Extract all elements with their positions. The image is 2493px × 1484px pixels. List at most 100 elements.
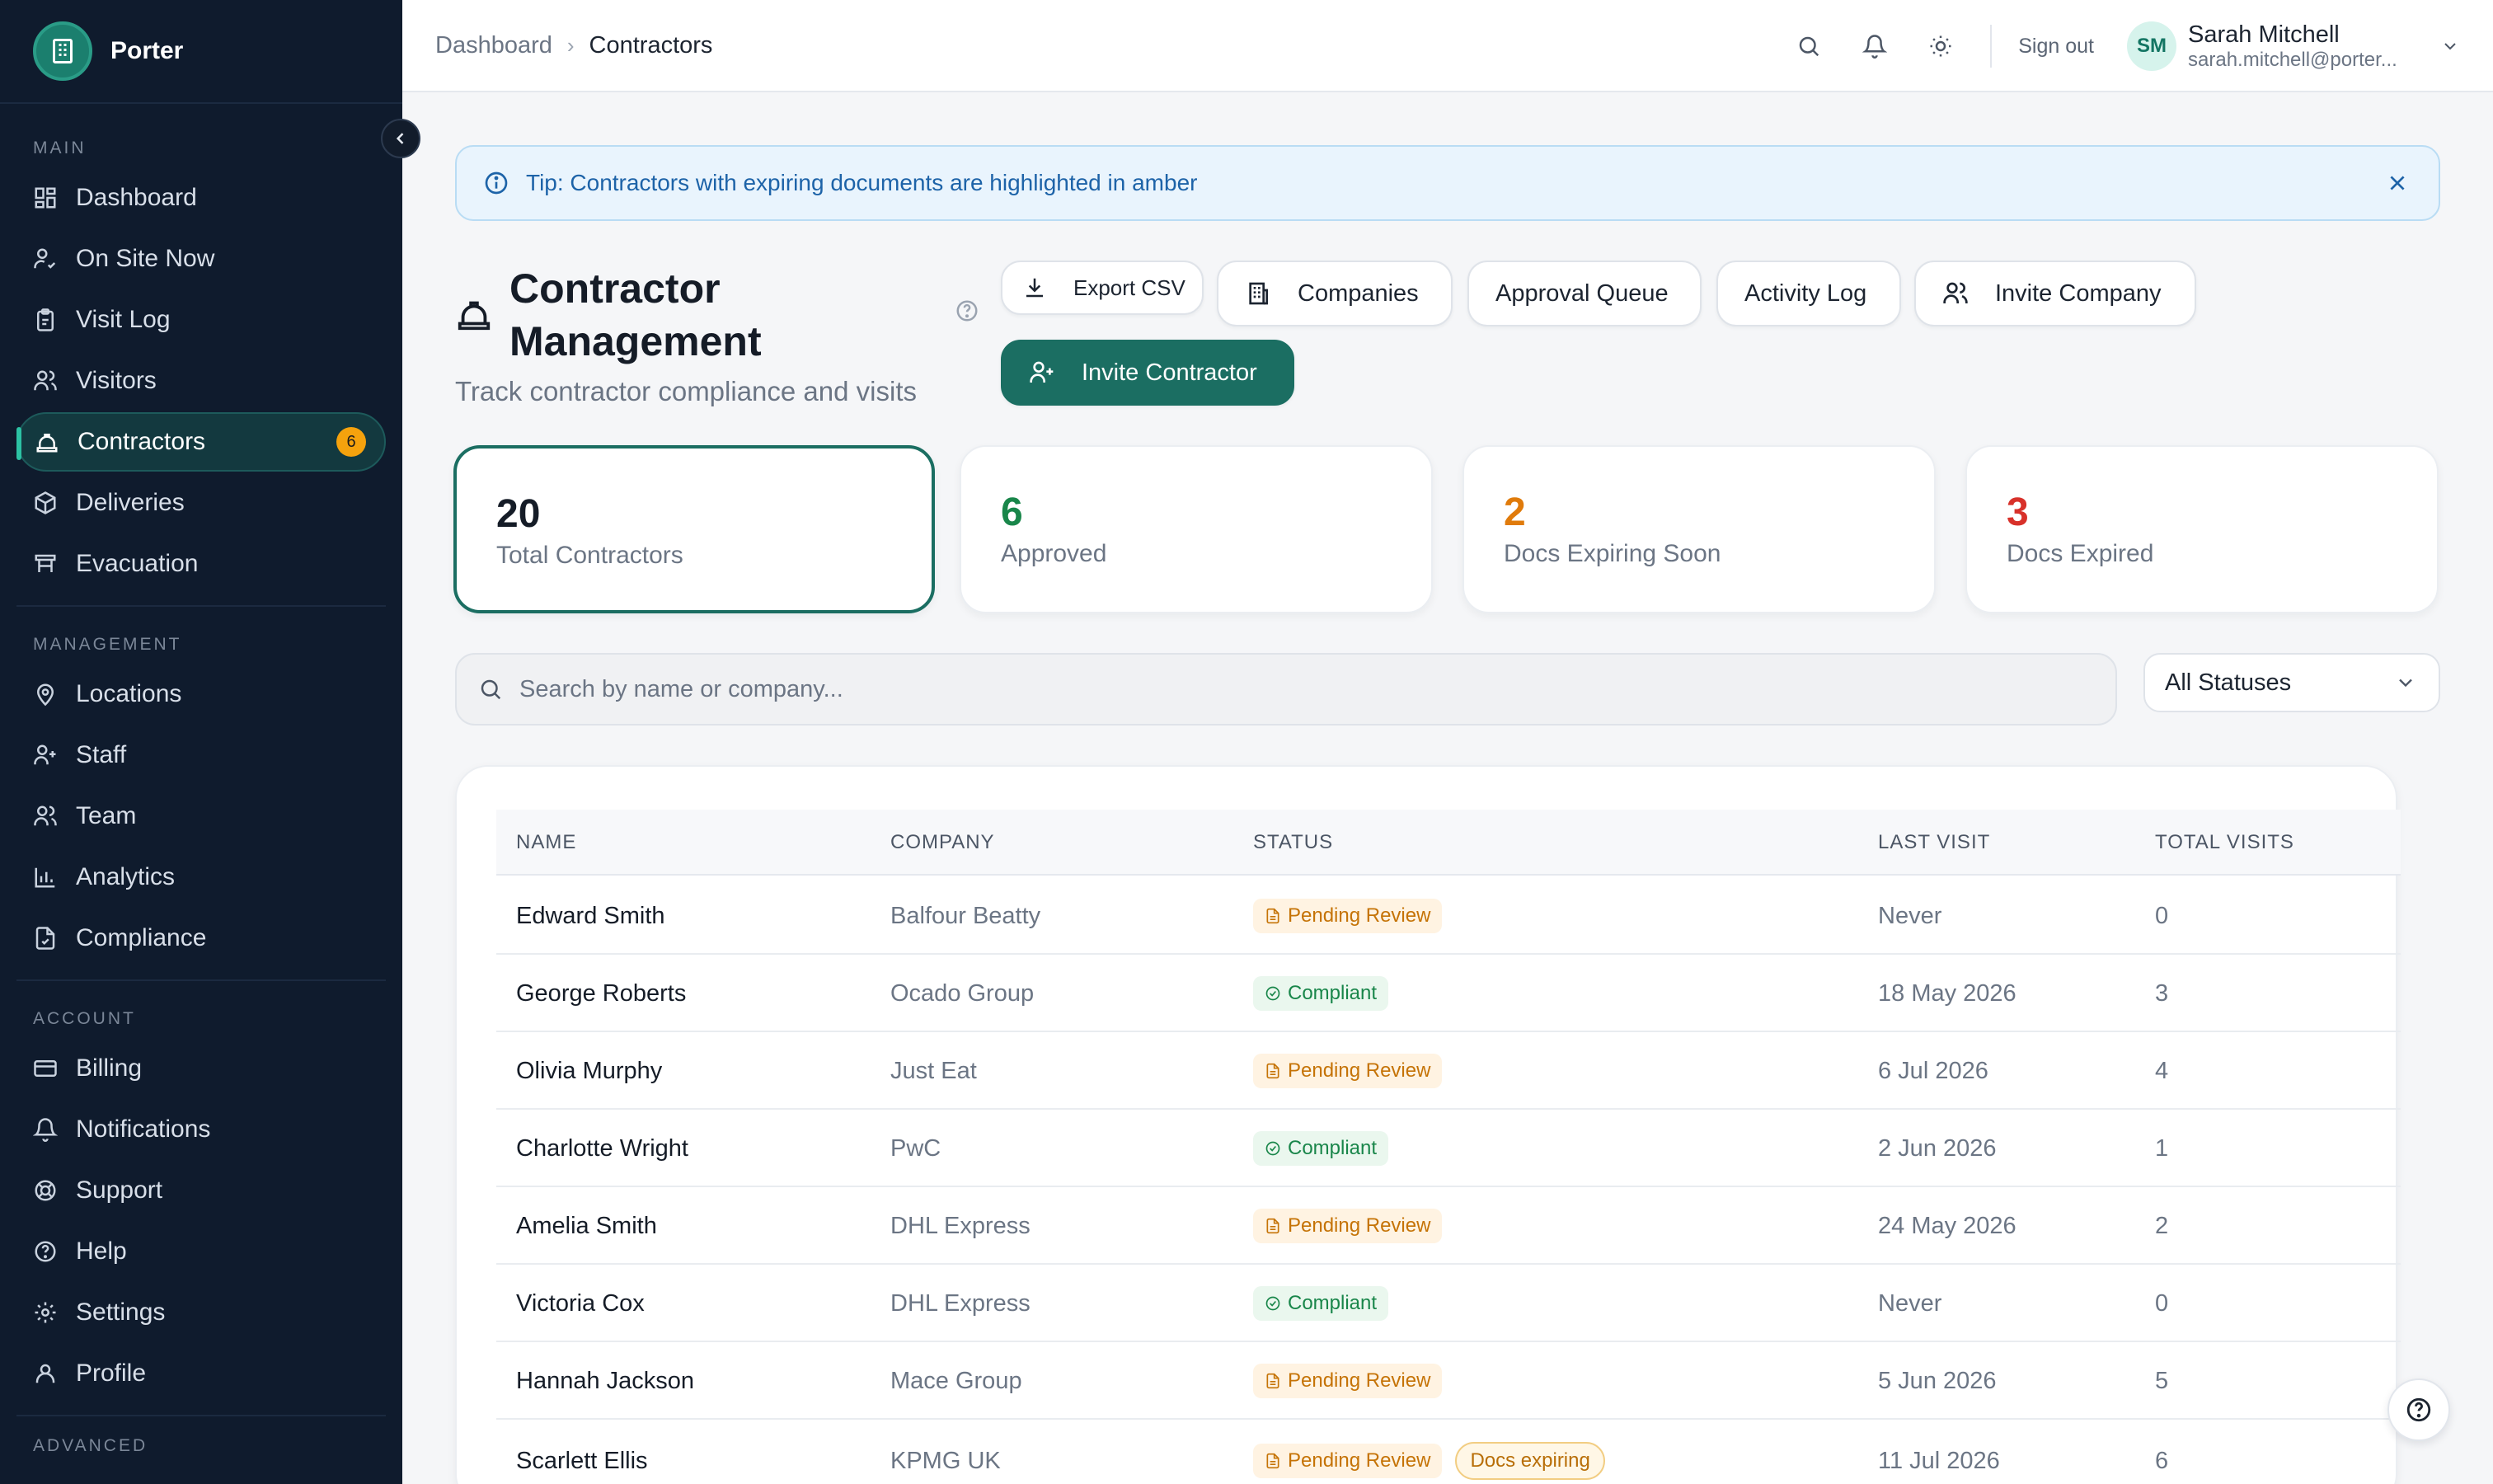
search-input[interactable]: [519, 675, 2086, 703]
title-row: Contractor Management: [455, 262, 933, 368]
tip-close-button[interactable]: [2383, 168, 2412, 198]
contractor-company: DHL Express: [890, 1212, 1031, 1239]
bell-icon: [1862, 35, 1888, 59]
sidebar-item-label: Evacuation: [76, 550, 199, 577]
page-title: Contractor Management: [509, 265, 762, 364]
sidebar-item-compliance[interactable]: Compliance: [16, 909, 386, 968]
notifications-button[interactable]: [1855, 26, 1894, 66]
status-cell: Compliant: [1253, 955, 1389, 1032]
search-button[interactable]: [1789, 26, 1829, 66]
sidebar-item-evacuation[interactable]: Evacuation: [16, 534, 386, 594]
users-icon: [34, 370, 57, 391]
last-visit: 18 May 2026: [1878, 979, 2016, 1007]
sidebar-item-visitors[interactable]: Visitors: [16, 351, 386, 411]
users-icon: [1943, 282, 1968, 303]
bar-chart-icon: [35, 867, 55, 888]
table-row[interactable]: Victoria Cox DHL Express Compliant Never…: [496, 1265, 2401, 1342]
sun-icon: [1930, 35, 1951, 57]
sidebar-item-notifications[interactable]: Notifications: [16, 1100, 386, 1159]
nav-section-title: ADVANCED: [33, 1436, 148, 1455]
column-header-company[interactable]: COMPANY: [890, 810, 995, 876]
status-badge: Compliant: [1253, 976, 1389, 1011]
sidebar-item-label: Staff: [76, 741, 127, 768]
sidebar-item-label: Visitors: [76, 367, 157, 394]
sidebar-item-visit-log[interactable]: Visit Log: [16, 290, 386, 350]
nav-section-title: ACCOUNT: [33, 1009, 136, 1028]
sidebar-item-contractors[interactable]: Contractors 6: [16, 412, 386, 472]
brand[interactable]: Porter: [0, 0, 402, 104]
stat-card-expired[interactable]: 3 Docs Expired: [1965, 445, 2439, 613]
hard-hat-icon: [458, 301, 491, 331]
help-circle-icon[interactable]: [955, 298, 979, 323]
contractor-company: Mace Group: [890, 1367, 1022, 1394]
companies-button[interactable]: Companies: [1217, 261, 1453, 326]
table-row[interactable]: Olivia Murphy Just Eat Pending Review 6 …: [496, 1032, 2401, 1110]
sidebar-item-support[interactable]: Support: [16, 1161, 386, 1220]
stat-card-approved[interactable]: 6 Approved: [960, 445, 1433, 613]
sidebar-item-staff[interactable]: Staff: [16, 726, 386, 785]
column-header-name[interactable]: NAME: [516, 810, 576, 876]
table-row[interactable]: Hannah Jackson Mace Group Pending Review…: [496, 1342, 2401, 1420]
table-row[interactable]: Edward Smith Balfour Beatty Pending Revi…: [496, 877, 2401, 955]
status-filter-select[interactable]: All Statuses: [2143, 653, 2440, 712]
sidebar-item-deliveries[interactable]: Deliveries: [16, 473, 386, 533]
nav-divider: [16, 979, 386, 981]
bell-icon: [33, 1118, 58, 1142]
table-header: NAME COMPANY STATUS LAST VISIT TOTAL VIS…: [496, 810, 2401, 876]
table-row[interactable]: George Roberts Ocado Group Compliant 18 …: [496, 955, 2401, 1032]
sidebar-item-settings[interactable]: Settings: [16, 1283, 386, 1342]
sidebar-item-billing[interactable]: Billing: [16, 1039, 386, 1098]
export-csv-label: Export CSV: [1073, 275, 1185, 300]
status-badge: Pending Review: [1253, 1364, 1443, 1398]
status-cell: Pending Review: [1253, 1032, 1443, 1110]
table-row[interactable]: Scarlett Ellis KPMG UK Pending Review Do…: [496, 1420, 2401, 1484]
total-visits: 6: [2155, 1447, 2169, 1474]
table-row[interactable]: Charlotte Wright PwC Compliant 2 Jun 202…: [496, 1110, 2401, 1187]
sidebar-item-label: Dashboard: [76, 184, 197, 211]
sidebar-item-help[interactable]: Help: [16, 1222, 386, 1281]
user-menu[interactable]: Sarah Mitchell sarah.mitchell@porter...: [2188, 21, 2424, 72]
file-icon: [1266, 1453, 1279, 1469]
chevron-down-icon[interactable]: [2440, 36, 2460, 56]
sidebar-item-label: Team: [76, 802, 137, 829]
file-icon: [1266, 1218, 1279, 1234]
last-visit: Never: [1878, 1289, 1942, 1317]
invite-contractor-button[interactable]: Invite Contractor: [1001, 340, 1294, 406]
theme-toggle-button[interactable]: [1921, 26, 1960, 66]
total-visits: 0: [2155, 902, 2169, 929]
approval-queue-label: Approval Queue: [1495, 279, 1669, 307]
table-row[interactable]: Amelia Smith DHL Express Pending Review …: [496, 1187, 2401, 1265]
sidebar-item-on-site-now[interactable]: On Site Now: [16, 229, 386, 289]
status-cell: Pending Review: [1253, 1342, 1443, 1420]
sidebar-item-team[interactable]: Team: [16, 787, 386, 846]
clipboard-icon: [37, 308, 54, 331]
sidebar-item-label: Contractors: [77, 428, 206, 455]
sign-out-button[interactable]: Sign out: [2018, 35, 2094, 59]
sidebar-item-dashboard[interactable]: Dashboard: [16, 168, 386, 228]
chevron-right-icon: ›: [566, 32, 575, 58]
column-header-last-visit[interactable]: LAST VISIT: [1878, 810, 1990, 876]
lifebuoy-icon: [35, 1180, 56, 1201]
status-filter-value: All Statuses: [2165, 669, 2292, 696]
sidebar-collapse-button[interactable]: [381, 119, 420, 158]
column-header-status[interactable]: STATUS: [1253, 810, 1333, 876]
column-header-total-visits[interactable]: TOTAL VISITS: [2155, 810, 2294, 876]
user-icon: [35, 1364, 55, 1383]
export-csv-button[interactable]: Export CSV: [1001, 261, 1204, 315]
user-check-icon: [34, 248, 56, 269]
sidebar-item-profile[interactable]: Profile: [16, 1344, 386, 1403]
contractor-company: Ocado Group: [890, 979, 1035, 1007]
contractor-name: Amelia Smith: [516, 1212, 657, 1239]
breadcrumb-dashboard[interactable]: Dashboard: [435, 32, 552, 59]
sidebar-item-analytics[interactable]: Analytics: [16, 848, 386, 907]
sidebar-item-locations[interactable]: Locations: [16, 665, 386, 724]
avatar[interactable]: SM: [2127, 21, 2176, 71]
stat-card-expiring[interactable]: 2 Docs Expiring Soon: [1462, 445, 1936, 613]
help-floating-button[interactable]: [2387, 1378, 2450, 1441]
invite-company-button[interactable]: Invite Company: [1914, 261, 2196, 326]
stat-card-total[interactable]: 20 Total Contractors: [453, 445, 935, 613]
page-subtitle: Track contractor compliance and visits: [455, 376, 917, 406]
user-name: Sarah Mitchell: [2188, 21, 2340, 48]
approval-queue-button[interactable]: Approval Queue: [1467, 261, 1702, 326]
activity-log-button[interactable]: Activity Log: [1716, 261, 1901, 326]
